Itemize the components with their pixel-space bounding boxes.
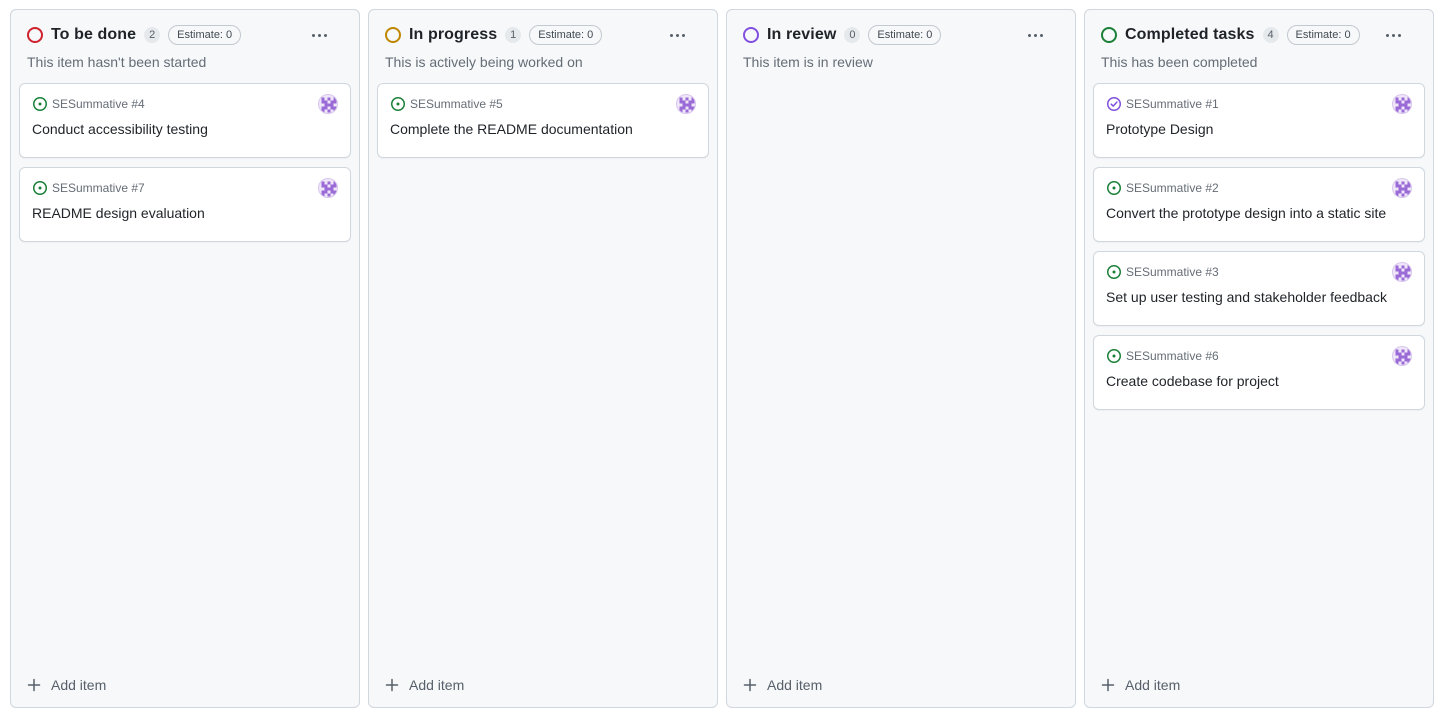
column-header: In progress 1 Estimate: 0 bbox=[385, 24, 705, 46]
assignee-avatar[interactable] bbox=[318, 178, 338, 198]
kebab-horizontal-icon bbox=[669, 33, 685, 37]
assignee-avatar[interactable] bbox=[1392, 346, 1412, 366]
card-meta: SESummative #4 bbox=[32, 96, 145, 112]
status-circle-icon bbox=[27, 27, 43, 43]
card-title[interactable]: Prototype Design bbox=[1106, 121, 1384, 137]
issue-reference[interactable]: SESummative #5 bbox=[410, 97, 503, 111]
issue-card[interactable]: SESummative #5 Complete the README docume… bbox=[377, 83, 709, 158]
card-title[interactable]: Conduct accessibility testing bbox=[32, 121, 310, 137]
kebab-horizontal-icon bbox=[1027, 33, 1043, 37]
issue-card[interactable]: SESummative #6 Create codebase for projec… bbox=[1093, 335, 1425, 410]
issue-reference[interactable]: SESummative #3 bbox=[1126, 265, 1219, 279]
column-title: In review bbox=[767, 26, 837, 43]
status-circle-icon bbox=[743, 27, 759, 43]
column-menu-button[interactable] bbox=[1379, 24, 1407, 46]
item-count-badge: 0 bbox=[844, 27, 861, 43]
assignee-avatar[interactable] bbox=[1392, 262, 1412, 282]
issue-card[interactable]: SESummative #2 Convert the prototype desi… bbox=[1093, 167, 1425, 242]
item-count-badge: 4 bbox=[1262, 27, 1279, 43]
column-menu-button[interactable] bbox=[305, 24, 333, 46]
add-item-button[interactable]: Add item bbox=[1101, 675, 1180, 695]
issue-opened-icon bbox=[32, 96, 48, 112]
plus-icon bbox=[743, 678, 757, 692]
column-description: This is actively being worked on bbox=[385, 54, 583, 70]
card-title[interactable]: Set up user testing and stakeholder feed… bbox=[1106, 289, 1387, 305]
estimate-badge: Estimate: 0 bbox=[1286, 25, 1360, 45]
card-meta: SESummative #5 bbox=[390, 96, 503, 112]
issue-opened-icon bbox=[390, 96, 406, 112]
card-list: SESummative #4 Conduct accessibility test… bbox=[19, 83, 351, 242]
add-item-button[interactable]: Add item bbox=[27, 675, 106, 695]
board-column: Completed tasks 4 Estimate: 0 This has been… bbox=[1084, 9, 1434, 708]
estimate-badge: Estimate: 0 bbox=[529, 25, 603, 45]
issue-closed-icon bbox=[1106, 96, 1122, 112]
issue-opened-icon bbox=[1106, 264, 1122, 280]
assignee-avatar[interactable] bbox=[318, 94, 338, 114]
card-list: SESummative #5 Complete the README docume… bbox=[377, 83, 709, 158]
column-header: Completed tasks 4 Estimate: 0 bbox=[1101, 24, 1421, 46]
board-column: To be done 2 Estimate: 0 This item hasn't b… bbox=[10, 9, 360, 708]
column-title: To be done bbox=[51, 26, 137, 43]
column-header: In review 0 Estimate: 0 bbox=[743, 24, 1063, 46]
column-description: This has been completed bbox=[1101, 54, 1258, 70]
add-item-label: Add item bbox=[51, 677, 107, 693]
estimate-badge: Estimate: 0 bbox=[868, 25, 942, 45]
status-circle-icon bbox=[1101, 27, 1117, 43]
column-header: To be done 2 Estimate: 0 bbox=[27, 24, 347, 46]
issue-reference[interactable]: SESummative #7 bbox=[52, 181, 145, 195]
issue-opened-icon bbox=[32, 180, 48, 196]
plus-icon bbox=[27, 678, 41, 692]
issue-reference[interactable]: SESummative #2 bbox=[1126, 181, 1219, 195]
status-circle-icon bbox=[385, 27, 401, 43]
item-count-badge: 2 bbox=[144, 27, 161, 43]
assignee-avatar[interactable] bbox=[1392, 178, 1412, 198]
card-title[interactable]: Convert the prototype design into a stat… bbox=[1106, 205, 1386, 221]
item-count-badge: 1 bbox=[505, 27, 522, 43]
card-meta: SESummative #1 bbox=[1106, 96, 1219, 112]
column-title: Completed tasks bbox=[1125, 26, 1255, 43]
plus-icon bbox=[385, 678, 399, 692]
add-item-label: Add item bbox=[767, 677, 823, 693]
issue-card[interactable]: SESummative #3 Set up user testing and st… bbox=[1093, 251, 1425, 326]
issue-reference[interactable]: SESummative #1 bbox=[1126, 97, 1219, 111]
kebab-horizontal-icon bbox=[1385, 33, 1401, 37]
add-item-label: Add item bbox=[1125, 677, 1181, 693]
card-title[interactable]: Complete the README documentation bbox=[390, 121, 668, 137]
kebab-horizontal-icon bbox=[311, 33, 327, 37]
board-column: In review 0 Estimate: 0 This item is in rev… bbox=[726, 9, 1076, 708]
estimate-badge: Estimate: 0 bbox=[168, 25, 242, 45]
column-menu-button[interactable] bbox=[1021, 24, 1049, 46]
plus-icon bbox=[1101, 678, 1115, 692]
issue-opened-icon bbox=[1106, 348, 1122, 364]
add-item-button[interactable]: Add item bbox=[743, 675, 822, 695]
column-title: In progress bbox=[409, 26, 498, 43]
card-meta: SESummative #6 bbox=[1106, 348, 1219, 364]
add-item-button[interactable]: Add item bbox=[385, 675, 464, 695]
board-column: In progress 1 Estimate: 0 This is actively … bbox=[368, 9, 718, 708]
card-title[interactable]: Create codebase for project bbox=[1106, 373, 1384, 389]
issue-card[interactable]: SESummative #4 Conduct accessibility test… bbox=[19, 83, 351, 158]
issue-opened-icon bbox=[1106, 180, 1122, 196]
card-meta: SESummative #3 bbox=[1106, 264, 1219, 280]
project-board: To be done 2 Estimate: 0 This item hasn't b… bbox=[0, 0, 1440, 714]
card-meta: SESummative #7 bbox=[32, 180, 145, 196]
assignee-avatar[interactable] bbox=[1392, 94, 1412, 114]
card-meta: SESummative #2 bbox=[1106, 180, 1219, 196]
column-description: This item is in review bbox=[743, 54, 873, 70]
card-title[interactable]: README design evaluation bbox=[32, 205, 310, 221]
issue-card[interactable]: SESummative #7 README design evaluation bbox=[19, 167, 351, 242]
issue-reference[interactable]: SESummative #6 bbox=[1126, 349, 1219, 363]
column-menu-button[interactable] bbox=[663, 24, 691, 46]
column-description: This item hasn't been started bbox=[27, 54, 207, 70]
card-list: SESummative #1 Prototype Design SESummativ… bbox=[1093, 83, 1425, 410]
issue-card[interactable]: SESummative #1 Prototype Design bbox=[1093, 83, 1425, 158]
issue-reference[interactable]: SESummative #4 bbox=[52, 97, 145, 111]
assignee-avatar[interactable] bbox=[676, 94, 696, 114]
add-item-label: Add item bbox=[409, 677, 465, 693]
